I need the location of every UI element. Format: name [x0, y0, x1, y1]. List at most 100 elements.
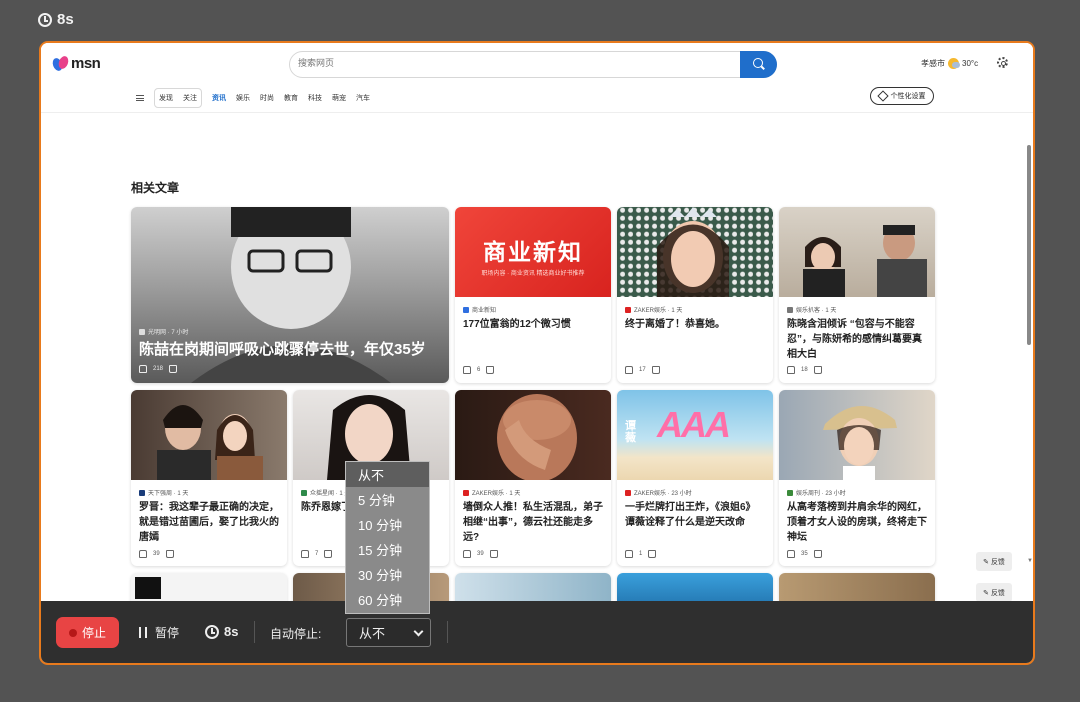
nav-news[interactable]: 资讯	[212, 93, 226, 103]
like-icon[interactable]	[139, 550, 147, 558]
article-source: 商业新知	[463, 305, 496, 314]
stop-label: 停止	[81, 626, 106, 640]
dislike-icon[interactable]	[813, 550, 822, 558]
hero-source-text: 光明网 · 7 小时	[148, 330, 189, 336]
option-30-min[interactable]: 30 分钟	[346, 562, 429, 587]
article-card[interactable]: ZAKER娱乐 · 1 天 墙倒众人推！私生活混乱，弟子相继“出事”，德云社还能…	[455, 390, 611, 566]
feedback-button[interactable]: ✎ 反馈	[976, 583, 1012, 601]
portrait-image	[823, 405, 897, 480]
like-icon[interactable]	[463, 366, 471, 374]
dislike-icon[interactable]	[648, 550, 657, 558]
article-title[interactable]: 终于离婚了！恭喜她。	[625, 317, 765, 332]
like-icon[interactable]	[787, 550, 795, 558]
nav-fashion[interactable]: 时尚	[260, 93, 274, 103]
article-reactions: 35	[787, 550, 822, 558]
option-5-min[interactable]: 5 分钟	[346, 487, 429, 512]
option-never[interactable]: 从不	[346, 462, 429, 487]
pause-label: 暂停	[155, 626, 180, 640]
nav-follow[interactable]: 关注	[183, 93, 197, 103]
article-card[interactable]: 天下强周 · 1 天 罗晋：我这辈子最正确的决定，就是错过苗圃后，娶了比我火的唐…	[131, 390, 287, 566]
page-scrollbar[interactable]	[1027, 145, 1031, 345]
dislike-icon[interactable]	[169, 365, 178, 373]
article-card[interactable]: 娱乐周刊 · 23 小时 从高考落榜到井肩余华的网红，顶着才女人设的房琪，终将走…	[779, 390, 935, 566]
article-card[interactable]: 娱乐扒客 · 1 天 陈晓含泪倾诉 “包容与不能容忍”，与陈妍希的感情纠葛要真相…	[779, 207, 935, 383]
dislike-icon[interactable]	[324, 550, 333, 558]
feedback-button[interactable]: ✎ 反馈	[976, 552, 1012, 571]
thumb-headline: 商业新知	[483, 239, 583, 265]
dislike-icon[interactable]	[165, 550, 174, 558]
nav-tech[interactable]: 科技	[308, 93, 322, 103]
search-input[interactable]	[298, 58, 718, 68]
source-text: ZAKER娱乐 · 1 天	[634, 308, 683, 314]
article-source: 娱乐周刊 · 23 小时	[787, 488, 846, 497]
like-count: 18	[801, 367, 808, 373]
weather-temp: 30°c	[962, 59, 979, 68]
pause-button[interactable]: 暂停	[139, 624, 179, 641]
article-title[interactable]: 墙倒众人推！私生活混乱，弟子相继“出事”，德云社还能走多远?	[463, 500, 603, 545]
article-source: 天下强周 · 1 天	[139, 488, 188, 497]
article-card-partial[interactable]	[617, 573, 773, 601]
source-logo-icon	[301, 489, 307, 496]
like-count: 6	[477, 367, 481, 373]
hero-source: 光明网 · 7 小时	[139, 327, 188, 336]
personalize-button[interactable]: 个性化设置	[870, 87, 934, 105]
search-bar[interactable]	[289, 51, 777, 78]
article-card-partial[interactable]	[455, 573, 611, 601]
stop-button[interactable]: 停止	[56, 617, 119, 648]
like-icon[interactable]	[787, 366, 795, 374]
portrait-image	[497, 394, 577, 480]
menu-icon[interactable]	[136, 95, 144, 101]
like-icon[interactable]	[625, 366, 633, 374]
nav-entertainment[interactable]: 娱乐	[236, 93, 250, 103]
article-thumbnail: 商业新知 职场内容 · 商业资讯 精选商业好书推荐	[455, 207, 611, 297]
thumb-side-text: 谭薇	[625, 420, 636, 444]
article-title[interactable]: 陈晓含泪倾诉 “包容与不能容忍”，与陈妍希的感情纠葛要真相大白	[787, 317, 927, 362]
source-logo-icon	[463, 489, 469, 496]
gear-icon[interactable]	[997, 57, 1008, 68]
option-10-min[interactable]: 10 分钟	[346, 512, 429, 537]
toolbar-divider	[447, 621, 448, 643]
article-card-partial[interactable]	[131, 573, 287, 601]
hero-article-card[interactable]: 光明网 · 7 小时 陈喆在岗期间呼吸心跳骤停去世，年仅35岁 218	[131, 207, 449, 383]
auto-stop-select[interactable]: 从不	[346, 618, 431, 647]
nav-discover[interactable]: 发现	[159, 93, 173, 103]
source-text: 娱乐扒客 · 1 天	[796, 308, 837, 314]
option-60-min[interactable]: 60 分钟	[346, 587, 429, 612]
article-reactions: 18	[787, 366, 822, 374]
toolbar-divider	[254, 621, 255, 643]
article-title[interactable]: 177位富翁的12个微习惯	[463, 317, 603, 332]
weather-widget[interactable]: 孝感市 30°c	[921, 58, 978, 69]
hero-title[interactable]: 陈喆在岗期间呼吸心跳骤停去世，年仅35岁	[139, 338, 426, 359]
like-icon[interactable]	[139, 365, 147, 373]
dislike-icon[interactable]	[489, 550, 498, 558]
msn-butterfly-icon	[51, 54, 70, 72]
nav-auto[interactable]: 汽车	[356, 93, 370, 103]
recording-timer-text: 8s	[224, 624, 239, 639]
article-card[interactable]: AAA 谭薇 ZAKER娱乐 · 23 小时 一手烂牌打出王炸，《浪姐6》谭薇诠…	[617, 390, 773, 566]
like-icon[interactable]	[625, 550, 633, 558]
dislike-icon[interactable]	[813, 366, 822, 374]
top-recording-timer: 8s	[38, 11, 74, 28]
like-icon[interactable]	[463, 550, 471, 558]
search-button[interactable]	[740, 51, 777, 78]
nav-pets[interactable]: 萌宠	[332, 93, 346, 103]
dislike-icon[interactable]	[486, 366, 495, 374]
nav-education[interactable]: 教育	[284, 93, 298, 103]
source-logo-icon	[787, 489, 793, 496]
feedback-icon: ✎	[983, 589, 989, 597]
article-title[interactable]: 罗晋：我这辈子最正确的决定，就是错过苗圃后，娶了比我火的唐嫣	[139, 500, 279, 545]
option-15-min[interactable]: 15 分钟	[346, 537, 429, 562]
article-card[interactable]: 商业新知 职场内容 · 商业资讯 精选商业好书推荐 商业新知 177位富翁的12…	[455, 207, 611, 383]
article-source: 娱乐扒客 · 1 天	[787, 305, 836, 314]
article-card-partial[interactable]	[779, 573, 935, 601]
feedback-label: 反馈	[990, 558, 1005, 566]
article-source: ZAKER娱乐 · 23 小时	[625, 488, 692, 497]
like-icon[interactable]	[301, 550, 309, 558]
article-title[interactable]: 从高考落榜到井肩余华的网红，顶着才女人设的房琪，终将走下神坛	[787, 500, 927, 545]
dislike-icon[interactable]	[651, 366, 660, 374]
article-card[interactable]: ZAKER娱乐 · 1 天 终于离婚了！恭喜她。 17	[617, 207, 773, 383]
scroll-down-icon[interactable]: ▼	[1027, 558, 1033, 564]
category-nav: 发现 关注 资讯 娱乐 时尚 教育 科技 萌宠 汽车	[136, 88, 380, 108]
msn-logo[interactable]: msn	[51, 54, 101, 72]
article-title[interactable]: 一手烂牌打出王炸，《浪姐6》谭薇诠释了什么是逆天改命	[625, 500, 765, 530]
